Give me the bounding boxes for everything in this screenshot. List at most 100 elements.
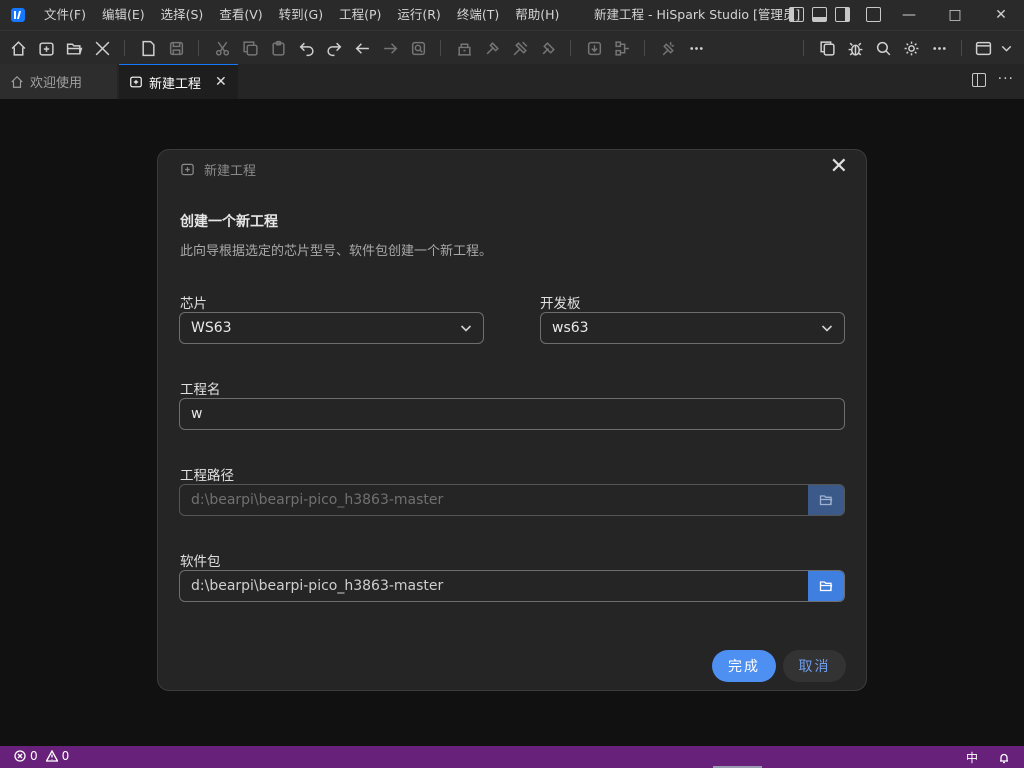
toolbar-separator — [644, 40, 645, 56]
package-input[interactable]: d:\bearpi\bearpi-pico_h3863-master — [179, 570, 845, 602]
app-window: 文件(F) 编辑(E) 选择(S) 查看(V) 转到(G) 工程(P) 运行(R… — [0, 0, 1024, 768]
toolbar-separator — [803, 40, 804, 56]
clean-icon[interactable] — [510, 38, 530, 58]
menu-terminal[interactable]: 终端(T) — [449, 0, 507, 30]
project-path-input: d:\bearpi\bearpi-pico_h3863-master — [179, 484, 845, 516]
board-label: 开发板 — [540, 296, 581, 312]
save-icon[interactable] — [166, 38, 186, 58]
bell-icon[interactable] — [998, 752, 1010, 764]
toggle-panel-icon[interactable] — [812, 7, 827, 22]
close-icon[interactable]: ✕ — [215, 74, 227, 90]
menu-bar: 文件(F) 编辑(E) 选择(S) 查看(V) 转到(G) 工程(P) 运行(R… — [36, 0, 567, 30]
close-dialog-button[interactable]: ✕ — [830, 156, 848, 178]
tab-new-project[interactable]: 新建工程 ✕ — [119, 64, 238, 99]
redo-icon[interactable] — [324, 38, 344, 58]
new-project-dialog: 新建工程 ✕ 创建一个新工程 此向导根据选定的芯片型号、软件包创建一个新工程。 … — [157, 149, 867, 691]
project-name-label: 工程名 — [180, 382, 221, 398]
debug-icon[interactable] — [658, 38, 678, 58]
chevron-down-icon[interactable] — [996, 38, 1016, 58]
folder-icon — [819, 495, 833, 506]
build-icon[interactable] — [454, 38, 474, 58]
titlebar: 文件(F) 编辑(E) 选择(S) 查看(V) 转到(G) 工程(P) 运行(R… — [0, 0, 1024, 30]
close-window-button[interactable]: ✕ — [978, 0, 1024, 30]
config-icon[interactable] — [612, 38, 632, 58]
dialog-header: 新建工程 — [180, 160, 256, 179]
toggle-secondary-sidebar-icon[interactable] — [835, 7, 850, 22]
project-name-value: w — [191, 406, 203, 422]
project-name-input[interactable]: w — [179, 398, 845, 430]
search-icon[interactable] — [873, 38, 893, 58]
finish-button[interactable]: 完成 — [712, 650, 776, 682]
chip-label: 芯片 — [180, 296, 207, 312]
menu-help[interactable]: 帮助(H) — [507, 0, 567, 30]
chevron-down-icon — [820, 321, 834, 335]
paste-icon[interactable] — [268, 38, 288, 58]
files-icon[interactable] — [817, 38, 837, 58]
import-icon[interactable] — [584, 38, 604, 58]
cancel-button[interactable]: 取消 — [783, 650, 846, 682]
forward-icon[interactable] — [380, 38, 400, 58]
editor-tabbar: 欢迎使用 新建工程 ✕ ··· — [0, 64, 1024, 99]
menu-goto[interactable]: 转到(G) — [271, 0, 331, 30]
status-right: 中 — [966, 749, 1010, 766]
open-folder-icon[interactable] — [64, 38, 84, 58]
home-icon[interactable] — [8, 38, 28, 58]
toolbar-separator — [440, 40, 441, 56]
menu-view[interactable]: 查看(V) — [211, 0, 270, 30]
project-path-label: 工程路径 — [180, 468, 234, 484]
toggle-primary-sidebar-icon[interactable] — [789, 7, 804, 22]
dialog-header-label: 新建工程 — [204, 164, 257, 179]
dialog-title: 创建一个新工程 — [180, 214, 278, 230]
window-controls: — □ ✕ — [886, 0, 1024, 30]
chip-select[interactable]: WS63 — [179, 312, 484, 344]
home-icon — [11, 75, 23, 88]
problems-indicator[interactable]: 0 0 — [14, 749, 69, 763]
project-path-value: d:\bearpi\bearpi-pico_h3863-master — [191, 492, 444, 508]
find-icon[interactable] — [408, 38, 428, 58]
input-language[interactable]: 中 — [966, 749, 978, 766]
tab-welcome[interactable]: 欢迎使用 — [0, 64, 118, 99]
layout-icon[interactable] — [973, 38, 993, 58]
more-icon[interactable]: ··· — [998, 72, 1014, 87]
flash-icon[interactable] — [538, 38, 558, 58]
window-title: 新建工程 - HiSpark Studio [管理员] — [594, 7, 801, 22]
tab-actions: ··· — [971, 72, 1014, 87]
toolbar-separator — [198, 40, 199, 56]
warning-count: 0 — [61, 749, 70, 763]
menu-selection[interactable]: 选择(S) — [153, 0, 212, 30]
bug-icon[interactable] — [845, 38, 865, 58]
chip-select-value: WS63 — [191, 320, 232, 336]
undo-icon[interactable] — [296, 38, 316, 58]
settings-icon[interactable] — [901, 38, 921, 58]
menu-file[interactable]: 文件(F) — [36, 0, 94, 30]
folder-icon — [819, 581, 833, 592]
package-label: 软件包 — [180, 554, 221, 570]
more-icon[interactable] — [686, 38, 706, 58]
toolbar-separator — [124, 40, 125, 56]
tools-icon[interactable] — [92, 38, 112, 58]
customize-layout-icon[interactable] — [866, 7, 881, 22]
copy-icon[interactable] — [240, 38, 260, 58]
menu-edit[interactable]: 编辑(E) — [94, 0, 153, 30]
back-icon[interactable] — [352, 38, 372, 58]
package-browse-button[interactable] — [808, 571, 844, 601]
new-project-icon — [130, 76, 142, 88]
menu-run[interactable]: 运行(R) — [389, 0, 448, 30]
new-project-icon — [181, 163, 194, 176]
new-project-icon[interactable] — [36, 38, 56, 58]
statusbar: 0 0 中 — [0, 746, 1024, 768]
split-editor-icon[interactable] — [971, 73, 986, 87]
cut-icon[interactable] — [212, 38, 232, 58]
maximize-button[interactable]: □ — [932, 0, 978, 30]
error-icon — [14, 750, 26, 762]
new-file-icon[interactable] — [138, 38, 158, 58]
error-count: 0 — [30, 749, 38, 763]
minimize-button[interactable]: — — [886, 0, 932, 30]
rebuild-icon[interactable] — [482, 38, 502, 58]
more-actions-icon[interactable] — [929, 38, 949, 58]
package-value: d:\bearpi\bearpi-pico_h3863-master — [191, 578, 444, 594]
menu-project[interactable]: 工程(P) — [331, 0, 389, 30]
tab-label: 新建工程 — [149, 76, 202, 92]
chevron-down-icon — [459, 321, 473, 335]
board-select[interactable]: ws63 — [540, 312, 845, 344]
